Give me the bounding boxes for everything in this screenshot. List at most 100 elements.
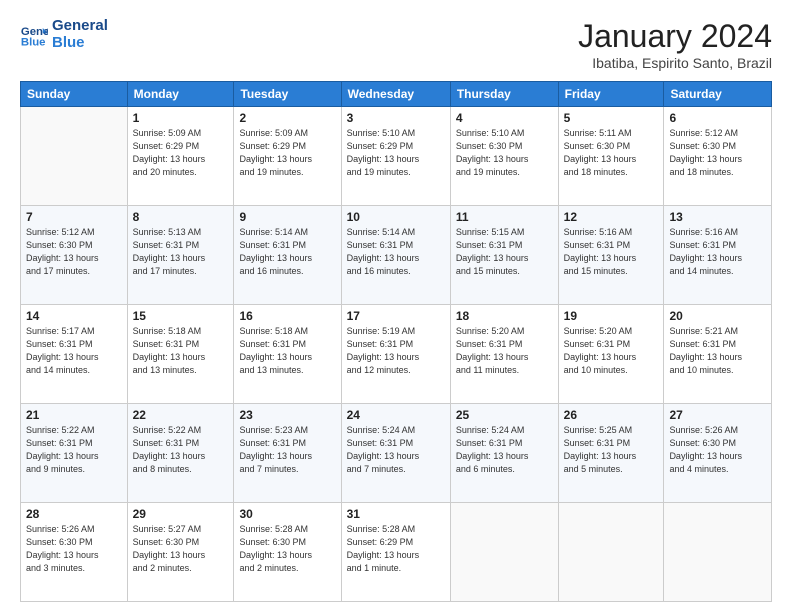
day-number: 5 [564,111,659,125]
day-number: 17 [347,309,445,323]
weekday-header-saturday: Saturday [664,82,772,107]
day-cell: 8Sunrise: 5:13 AM Sunset: 6:31 PM Daylig… [127,206,234,305]
day-info: Sunrise: 5:26 AM Sunset: 6:30 PM Dayligh… [26,523,122,575]
day-info: Sunrise: 5:22 AM Sunset: 6:31 PM Dayligh… [26,424,122,476]
weekday-header-monday: Monday [127,82,234,107]
day-cell [450,503,558,602]
day-cell: 2 Sunrise: 5:09 AM Sunset: 6:29 PM Daylig… [234,107,341,206]
week-row-3: 14 Sunrise: 5:17 AM Sunset: 6:31 PM Dayli… [21,305,772,404]
day-info: Sunrise: 5:09 AM Sunset: 6:29 PM Dayligh… [239,127,335,179]
day-info: Sunrise: 5:21 AM Sunset: 6:31 PM Dayligh… [669,325,766,377]
day-info: Sunrise: 5:19 AM Sunset: 6:31 PM Dayligh… [347,325,445,377]
day-cell [558,503,664,602]
day-cell: 28Sunrise: 5:26 AM Sunset: 6:30 PM Dayli… [21,503,128,602]
day-cell: 6 Sunrise: 5:12 AM Sunset: 6:30 PM Daylig… [664,107,772,206]
day-info: Sunrise: 5:10 AM Sunset: 6:30 PM Dayligh… [456,127,553,179]
day-number: 19 [564,309,659,323]
day-cell: 30 Sunrise: 5:28 AM Sunset: 6:30 PM Dayli… [234,503,341,602]
day-cell: 3 Sunrise: 5:10 AM Sunset: 6:29 PM Daylig… [341,107,450,206]
day-number: 25 [456,408,553,422]
calendar-table: SundayMondayTuesdayWednesdayThursdayFrid… [20,81,772,602]
weekday-header-row: SundayMondayTuesdayWednesdayThursdayFrid… [21,82,772,107]
day-number: 14 [26,309,122,323]
day-number: 24 [347,408,445,422]
day-cell: 13 Sunrise: 5:16 AM Sunset: 6:31 PM Dayli… [664,206,772,305]
day-number: 21 [26,408,122,422]
day-info: Sunrise: 5:11 AM Sunset: 6:30 PM Dayligh… [564,127,659,179]
day-number: 9 [239,210,335,224]
logo: General Blue General Blue [20,18,108,51]
day-number: 7 [26,210,122,224]
day-cell: 23 Sunrise: 5:23 AM Sunset: 6:31 PM Dayli… [234,404,341,503]
day-number: 13 [669,210,766,224]
day-cell: 4 Sunrise: 5:10 AM Sunset: 6:30 PM Daylig… [450,107,558,206]
day-cell: 16 Sunrise: 5:18 AM Sunset: 6:31 PM Dayli… [234,305,341,404]
calendar-page: General Blue General Blue January 2024 I… [0,0,792,612]
day-number: 16 [239,309,335,323]
day-number: 8 [133,210,229,224]
day-number: 11 [456,210,553,224]
day-number: 18 [456,309,553,323]
day-cell [21,107,128,206]
week-row-1: 1Sunrise: 5:09 AM Sunset: 6:29 PM Daylig… [21,107,772,206]
day-cell: 20Sunrise: 5:21 AM Sunset: 6:31 PM Dayli… [664,305,772,404]
day-cell: 21 Sunrise: 5:22 AM Sunset: 6:31 PM Dayli… [21,404,128,503]
month-title: January 2024 [578,18,772,55]
day-cell: 10 Sunrise: 5:14 AM Sunset: 6:31 PM Dayli… [341,206,450,305]
day-info: Sunrise: 5:12 AM Sunset: 6:30 PM Dayligh… [669,127,766,179]
day-info: Sunrise: 5:14 AM Sunset: 6:31 PM Dayligh… [347,226,445,278]
title-block: January 2024 Ibatiba, Espirito Santo, Br… [578,18,772,71]
weekday-header-friday: Friday [558,82,664,107]
week-row-2: 7Sunrise: 5:12 AM Sunset: 6:30 PM Daylig… [21,206,772,305]
day-info: Sunrise: 5:24 AM Sunset: 6:31 PM Dayligh… [456,424,553,476]
day-number: 23 [239,408,335,422]
day-info: Sunrise: 5:28 AM Sunset: 6:29 PM Dayligh… [347,523,445,575]
day-info: Sunrise: 5:23 AM Sunset: 6:31 PM Dayligh… [239,424,335,476]
day-number: 22 [133,408,229,422]
day-info: Sunrise: 5:18 AM Sunset: 6:31 PM Dayligh… [133,325,229,377]
week-row-4: 21 Sunrise: 5:22 AM Sunset: 6:31 PM Dayli… [21,404,772,503]
day-number: 3 [347,111,445,125]
weekday-header-tuesday: Tuesday [234,82,341,107]
day-cell: 18 Sunrise: 5:20 AM Sunset: 6:31 PM Dayli… [450,305,558,404]
day-info: Sunrise: 5:18 AM Sunset: 6:31 PM Dayligh… [239,325,335,377]
day-info: Sunrise: 5:15 AM Sunset: 6:31 PM Dayligh… [456,226,553,278]
logo-text-general: General [52,18,108,35]
location-title: Ibatiba, Espirito Santo, Brazil [578,55,772,71]
day-cell: 11 Sunrise: 5:15 AM Sunset: 6:31 PM Dayli… [450,206,558,305]
day-info: Sunrise: 5:24 AM Sunset: 6:31 PM Dayligh… [347,424,445,476]
day-number: 29 [133,507,229,521]
day-cell: 5 Sunrise: 5:11 AM Sunset: 6:30 PM Daylig… [558,107,664,206]
day-info: Sunrise: 5:28 AM Sunset: 6:30 PM Dayligh… [239,523,335,575]
day-number: 4 [456,111,553,125]
header: General Blue General Blue January 2024 I… [20,18,772,71]
day-cell: 24 Sunrise: 5:24 AM Sunset: 6:31 PM Dayli… [341,404,450,503]
svg-text:Blue: Blue [21,36,46,48]
day-cell: 15Sunrise: 5:18 AM Sunset: 6:31 PM Dayli… [127,305,234,404]
day-number: 12 [564,210,659,224]
logo-text-blue: Blue [52,35,108,52]
day-info: Sunrise: 5:27 AM Sunset: 6:30 PM Dayligh… [133,523,229,575]
day-cell: 27Sunrise: 5:26 AM Sunset: 6:30 PM Dayli… [664,404,772,503]
day-number: 27 [669,408,766,422]
day-info: Sunrise: 5:25 AM Sunset: 6:31 PM Dayligh… [564,424,659,476]
day-cell: 17 Sunrise: 5:19 AM Sunset: 6:31 PM Dayli… [341,305,450,404]
day-number: 10 [347,210,445,224]
day-info: Sunrise: 5:17 AM Sunset: 6:31 PM Dayligh… [26,325,122,377]
day-number: 2 [239,111,335,125]
day-info: Sunrise: 5:20 AM Sunset: 6:31 PM Dayligh… [456,325,553,377]
day-cell: 14 Sunrise: 5:17 AM Sunset: 6:31 PM Dayli… [21,305,128,404]
day-number: 6 [669,111,766,125]
day-cell: 9 Sunrise: 5:14 AM Sunset: 6:31 PM Daylig… [234,206,341,305]
day-info: Sunrise: 5:16 AM Sunset: 6:31 PM Dayligh… [669,226,766,278]
day-cell: 29 Sunrise: 5:27 AM Sunset: 6:30 PM Dayli… [127,503,234,602]
day-info: Sunrise: 5:10 AM Sunset: 6:29 PM Dayligh… [347,127,445,179]
day-number: 30 [239,507,335,521]
day-cell: 26Sunrise: 5:25 AM Sunset: 6:31 PM Dayli… [558,404,664,503]
day-info: Sunrise: 5:14 AM Sunset: 6:31 PM Dayligh… [239,226,335,278]
day-cell: 25 Sunrise: 5:24 AM Sunset: 6:31 PM Dayli… [450,404,558,503]
day-info: Sunrise: 5:16 AM Sunset: 6:31 PM Dayligh… [564,226,659,278]
day-cell: 31Sunrise: 5:28 AM Sunset: 6:29 PM Dayli… [341,503,450,602]
day-cell: 19Sunrise: 5:20 AM Sunset: 6:31 PM Dayli… [558,305,664,404]
day-cell: 22Sunrise: 5:22 AM Sunset: 6:31 PM Dayli… [127,404,234,503]
